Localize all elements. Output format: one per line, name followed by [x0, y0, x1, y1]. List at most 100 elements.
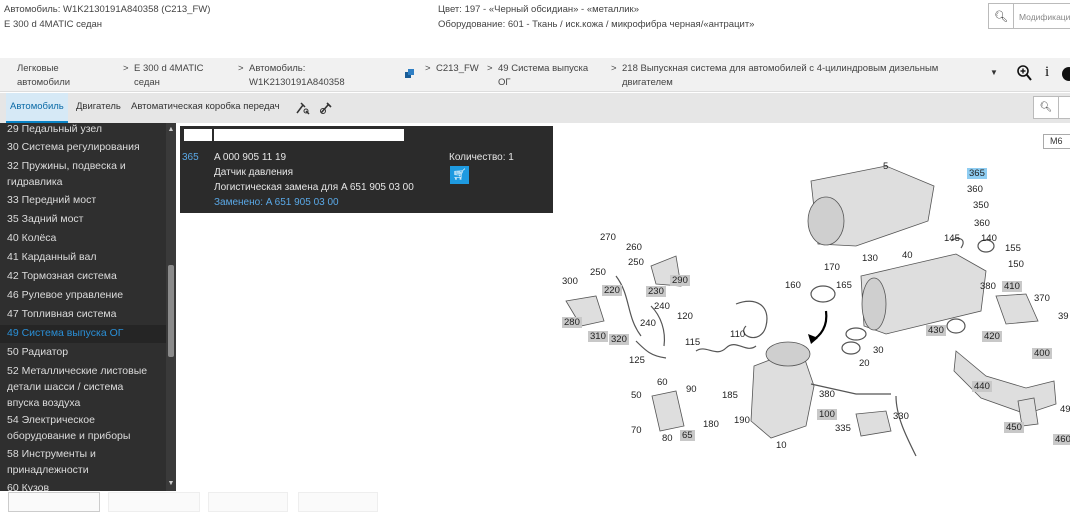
part-label[interactable]: 250 [628, 257, 644, 268]
tab-gearbox[interactable]: Автоматическая коробка передач [127, 93, 284, 123]
part-label[interactable]: 270 [600, 232, 616, 243]
tools-icon[interactable] [295, 101, 311, 115]
part-label[interactable]: 460 [1053, 434, 1070, 445]
part-label[interactable]: 240 [654, 301, 670, 312]
sidebar-item[interactable]: 32 Пружины, подвеска и гидравлика [0, 158, 166, 190]
part-label[interactable]: 80 [662, 433, 673, 444]
breadcrumb-item[interactable]: > 49 Система выпуска ОГ [487, 62, 588, 90]
part-label[interactable]: 10 [776, 440, 787, 451]
part-label[interactable]: 190 [734, 415, 750, 426]
diagram-thumbnail[interactable] [208, 492, 288, 512]
part-label[interactable]: 185 [722, 390, 738, 401]
replaced-link[interactable]: Заменено: A 651 905 03 00 [214, 195, 339, 210]
sidebar-item[interactable]: 29 Педальный узел [0, 123, 166, 137]
part-label[interactable]: 155 [1005, 243, 1021, 254]
breadcrumb-item[interactable]: > C213_FW [425, 62, 479, 76]
info-icon[interactable]: i [1045, 64, 1049, 81]
diagram-thumbnail[interactable] [298, 492, 378, 512]
sidebar-item[interactable]: 42 Тормозная система [0, 268, 166, 286]
part-label[interactable]: 130 [862, 253, 878, 264]
tab-car[interactable]: Автомобиль [6, 93, 68, 123]
part-label[interactable]: 335 [835, 423, 851, 434]
part-label[interactable]: 110 [730, 329, 745, 340]
part-label[interactable]: 320 [609, 334, 629, 345]
part-label[interactable]: 240 [640, 318, 656, 329]
sidebar-item[interactable]: 33 Передний мост [0, 192, 166, 210]
part-label[interactable]: 125 [629, 355, 645, 366]
part-label[interactable]: 360 [974, 218, 990, 229]
sidebar-item[interactable]: 30 Система регулирования [0, 139, 166, 157]
part-label[interactable]: 150 [1008, 259, 1024, 270]
part-label[interactable]: 5 [883, 161, 888, 172]
part-label[interactable]: 170 [824, 262, 840, 273]
filter-search-button[interactable]: 🔍︎ [1033, 96, 1059, 119]
part-label[interactable]: 65 [680, 430, 695, 441]
part-label[interactable]: 300 [562, 276, 578, 287]
part-label[interactable]: 120 [677, 311, 693, 322]
part-label[interactable]: 40 [902, 250, 913, 261]
diagram-thumbnail-selected[interactable] [8, 492, 100, 512]
tab-engine[interactable]: Двигатель [72, 93, 125, 123]
part-label[interactable]: 310 [588, 331, 608, 342]
breadcrumb-item[interactable]: Легковые автомобили [17, 62, 70, 90]
part-label[interactable]: 290 [670, 275, 690, 286]
dropdown-triangle-icon[interactable]: ▼ [990, 68, 998, 77]
sidebar-item[interactable]: 60 Кузов [0, 480, 166, 491]
part-label[interactable]: 380 [980, 281, 996, 292]
part-label[interactable]: 220 [602, 285, 622, 296]
breadcrumb-item[interactable]: > E 300 d 4MATIC седан [123, 62, 204, 90]
wrench-icon[interactable] [318, 101, 334, 115]
part-label[interactable]: 90 [686, 384, 697, 395]
part-label[interactable]: 180 [703, 419, 719, 430]
part-label[interactable]: 350 [973, 200, 989, 211]
part-label[interactable]: 60 [657, 377, 668, 388]
part-label[interactable]: 70 [631, 425, 642, 436]
sidebar-item[interactable]: 47 Топливная система [0, 306, 166, 324]
part-label[interactable]: 430 [926, 325, 946, 336]
scrollbar-thumb[interactable] [168, 265, 174, 357]
header-search-button[interactable]: 🔍︎ [988, 3, 1014, 29]
sidebar-item[interactable]: 52 Металлические листовые детали шасси / … [0, 363, 166, 411]
part-label[interactable]: 115 [685, 337, 700, 348]
scroll-up-icon[interactable]: ▲ [167, 126, 175, 134]
part-label[interactable]: 280 [562, 317, 582, 328]
part-label[interactable]: 100 [817, 409, 837, 420]
sidebar-item-exhaust[interactable]: 49 Система выпуска ОГ [0, 325, 166, 343]
add-to-cart-button[interactable]: 🛒︎ [450, 166, 469, 184]
part-label[interactable]: 140 [981, 233, 997, 244]
sidebar-item[interactable]: 40 Колёса [0, 230, 166, 248]
zoom-in-icon[interactable] [1016, 64, 1032, 82]
part-label[interactable]: 360 [967, 184, 983, 195]
part-label[interactable]: 330 [893, 411, 909, 422]
part-label[interactable]: 380 [819, 389, 835, 400]
part-label[interactable]: 20 [859, 358, 870, 369]
part-label[interactable]: 450 [1004, 422, 1024, 433]
breadcrumb-item[interactable]: > Автомобиль: W1K2130191A840358 [238, 62, 345, 90]
sidebar-item[interactable]: 54 Электрическое оборудование и приборы [0, 412, 166, 444]
part-label[interactable]: 39 [1058, 311, 1069, 322]
sidebar-item[interactable]: 50 Радиатор [0, 344, 166, 362]
part-label[interactable]: 160 [785, 280, 801, 291]
breadcrumb-item[interactable]: > 218 Выпускная система для автомобилей … [611, 62, 938, 90]
part-label[interactable]: 440 [972, 381, 992, 392]
part-label[interactable]: 420 [982, 331, 1002, 342]
parts-diagram[interactable]: 5 365 360 350 360 145 140 155 150 270 26… [556, 126, 1070, 488]
sidebar-item[interactable]: 41 Карданный вал [0, 249, 166, 267]
part-label[interactable]: 165 [836, 280, 852, 291]
part-label[interactable]: 230 [646, 286, 666, 297]
part-label[interactable]: 49 [1060, 404, 1070, 415]
modification-search-input[interactable]: Модификация [1014, 3, 1070, 29]
part-label[interactable]: 400 [1032, 348, 1052, 359]
part-label[interactable]: 145 [944, 233, 960, 244]
part-label[interactable]: 370 [1034, 293, 1050, 304]
scroll-down-icon[interactable]: ▼ [167, 480, 175, 488]
copy-icon[interactable] [405, 69, 415, 79]
part-label[interactable]: 250 [590, 267, 606, 278]
diagram-thumbnail[interactable] [108, 492, 200, 512]
part-label-selected[interactable]: 365 [967, 168, 987, 179]
part-label[interactable]: 410 [1002, 281, 1022, 292]
sidebar-item[interactable]: 58 Инструменты и принадлежности [0, 446, 166, 478]
part-label[interactable]: 30 [873, 345, 884, 356]
filter-search-input[interactable] [1059, 96, 1070, 119]
sidebar-item[interactable]: 35 Задний мост [0, 211, 166, 229]
